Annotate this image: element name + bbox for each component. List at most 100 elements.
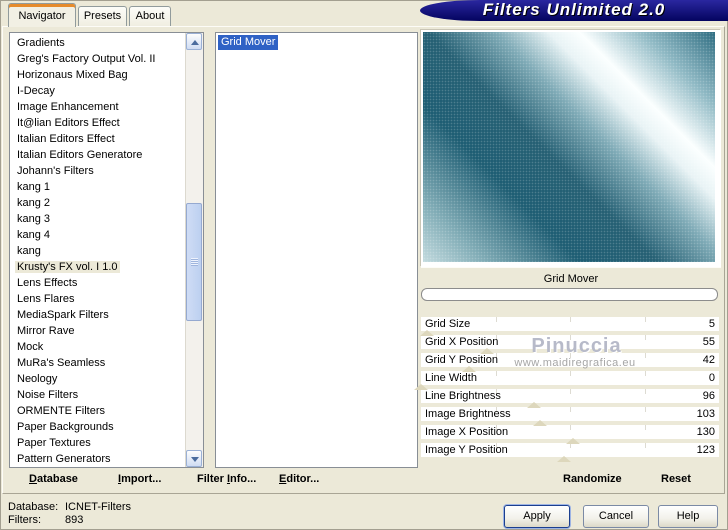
scroll-down-button[interactable] — [186, 450, 202, 467]
category-label: Italian Editors Effect — [17, 133, 115, 145]
tick-mark — [644, 407, 646, 412]
preview-image — [423, 32, 715, 262]
cancel-button[interactable]: Cancel — [583, 505, 649, 528]
tick-mark — [495, 317, 497, 322]
filter-list: Grid Mover — [215, 32, 418, 468]
category-list-item[interactable]: It@lian Editors Effect — [10, 115, 203, 131]
tick-mark — [644, 389, 646, 394]
slider-thumb-icon[interactable] — [414, 384, 428, 390]
category-items: Gradients Greg's Factory Output Vol. II … — [10, 33, 203, 467]
category-list-item[interactable]: Krusty's FX vol. I 1.0 — [10, 259, 203, 275]
watermark-name: Pinuccia — [531, 335, 622, 357]
category-label: MuRa's Seamless — [17, 357, 106, 369]
filters-unlimited-window: { "window": { "title": "Filters Unlimite… — [0, 0, 728, 530]
parameter-value: 123 — [696, 444, 715, 456]
parameter-value: 96 — [702, 390, 715, 402]
category-label: Johann's Filters — [17, 165, 94, 177]
category-label: Horizonaus Mixed Bag — [17, 69, 128, 81]
slider-thumb-icon[interactable] — [533, 420, 548, 426]
category-list-item[interactable]: Mock — [10, 339, 203, 355]
randomize-button[interactable]: Randomize — [563, 471, 622, 488]
category-label: kang 4 — [17, 229, 51, 241]
tick-mark — [644, 371, 646, 376]
category-list-item[interactable]: MuRa's Seamless — [10, 355, 203, 371]
slider-thumb-icon[interactable] — [479, 348, 494, 354]
scroll-up-button[interactable] — [186, 33, 202, 50]
tab-navigator[interactable]: Navigator — [8, 3, 76, 27]
parameter-value: 42 — [702, 354, 715, 366]
navigator-page: Gradients Greg's Factory Output Vol. II … — [2, 26, 725, 494]
parameter-label: Line Brightness — [425, 390, 501, 402]
category-list-item[interactable]: Mirror Rave — [10, 323, 203, 339]
status-filters: Filters: 893 — [8, 514, 83, 526]
category-label: Mock — [17, 341, 44, 353]
reset-button[interactable]: Reset — [661, 471, 691, 488]
parameter-label: Grid X Position — [425, 336, 499, 348]
category-list-item[interactable]: kang 1 — [10, 179, 203, 195]
slider-thumb-icon[interactable] — [527, 402, 542, 408]
category-list-item[interactable]: Horizonaus Mixed Bag — [10, 67, 203, 83]
status-database: Database: ICNET-Filters — [8, 501, 131, 513]
parameter-slider-row[interactable]: Image Y Position 123 — [421, 443, 719, 462]
slider-thumb-icon[interactable] — [565, 438, 580, 444]
database-button[interactable]: Database — [29, 471, 78, 488]
slider-thumb-icon[interactable] — [461, 366, 476, 372]
category-list-item[interactable]: kang 4 — [10, 227, 203, 243]
parameter-label: Grid Size — [425, 318, 471, 330]
category-list-item[interactable]: Lens Flares — [10, 291, 203, 307]
slider-thumb-icon[interactable] — [557, 456, 572, 462]
category-list-item[interactable]: Lens Effects — [10, 275, 203, 291]
category-label: kang 2 — [17, 197, 51, 209]
status-database-value: ICNET-Filters — [65, 501, 131, 513]
help-button[interactable]: Help — [658, 505, 718, 528]
parameter-slider-row[interactable]: Line Width 0 — [414, 371, 719, 390]
parameter-slider-row[interactable]: Grid Size 5 — [419, 317, 719, 336]
parameter-value: 130 — [696, 426, 715, 438]
category-label: Krusty's FX vol. I 1.0 — [15, 261, 120, 273]
category-list-item[interactable]: Noise Filters — [10, 387, 203, 403]
category-list-item[interactable]: I-Decay — [10, 83, 203, 99]
tab-presets[interactable]: Presets — [78, 6, 127, 26]
category-list-item[interactable]: MediaSpark Filters — [10, 307, 203, 323]
category-list-item[interactable]: kang — [10, 243, 203, 259]
category-list-item[interactable]: Image Enhancement — [10, 99, 203, 115]
category-label: It@lian Editors Effect — [17, 117, 120, 129]
tick-mark — [644, 425, 646, 430]
tick-mark — [570, 407, 571, 412]
app-title-banner: Filters Unlimited 2.0 — [420, 0, 728, 21]
category-list-item[interactable]: Paper Textures — [10, 435, 203, 451]
category-scrollbar[interactable] — [185, 33, 203, 467]
category-label: I-Decay — [17, 85, 55, 97]
category-list-item[interactable]: Italian Editors Effect — [10, 131, 203, 147]
parameter-label: Grid Y Position — [425, 354, 498, 366]
editor-button[interactable]: Editor... — [279, 471, 319, 488]
filter-info-button[interactable]: Filter Info... — [197, 471, 256, 488]
apply-button[interactable]: Apply — [504, 505, 570, 528]
import-button[interactable]: Import... — [118, 471, 161, 488]
slider-thumb-icon[interactable] — [419, 330, 434, 336]
category-list-item[interactable]: Gradients — [10, 35, 203, 51]
scrollbar-thumb[interactable] — [186, 203, 202, 321]
category-label: Gradients — [17, 37, 65, 49]
parameter-label: Line Width — [425, 372, 477, 384]
category-list-item[interactable]: Paper Backgrounds — [10, 419, 203, 435]
category-label: Noise Filters — [17, 389, 79, 401]
tab-about[interactable]: About — [129, 6, 171, 26]
tick-mark — [644, 335, 646, 340]
arrow-up-icon — [191, 40, 199, 45]
parameter-slider-row[interactable]: Image X Position 130 — [421, 425, 719, 444]
parameter-slider-row[interactable]: Line Brightness 96 — [421, 389, 719, 408]
tick-mark — [644, 443, 646, 448]
category-list-item[interactable]: Greg's Factory Output Vol. II — [10, 51, 203, 67]
parameter-slider-row[interactable]: Image Brightness 103 — [421, 407, 719, 426]
category-list-item[interactable]: Italian Editors Generatore — [10, 147, 203, 163]
category-list-item[interactable]: Neology — [10, 371, 203, 387]
category-list-item[interactable]: Johann's Filters — [10, 163, 203, 179]
tick-mark — [570, 371, 571, 376]
category-list-item[interactable]: kang 2 — [10, 195, 203, 211]
category-list-item[interactable]: kang 3 — [10, 211, 203, 227]
category-list-item[interactable]: ORMENTE Filters — [10, 403, 203, 419]
filter-item-grid-mover[interactable]: Grid Mover — [218, 35, 279, 50]
category-list-item[interactable]: Pattern Generators — [10, 451, 203, 467]
category-label: Paper Textures — [17, 437, 91, 449]
